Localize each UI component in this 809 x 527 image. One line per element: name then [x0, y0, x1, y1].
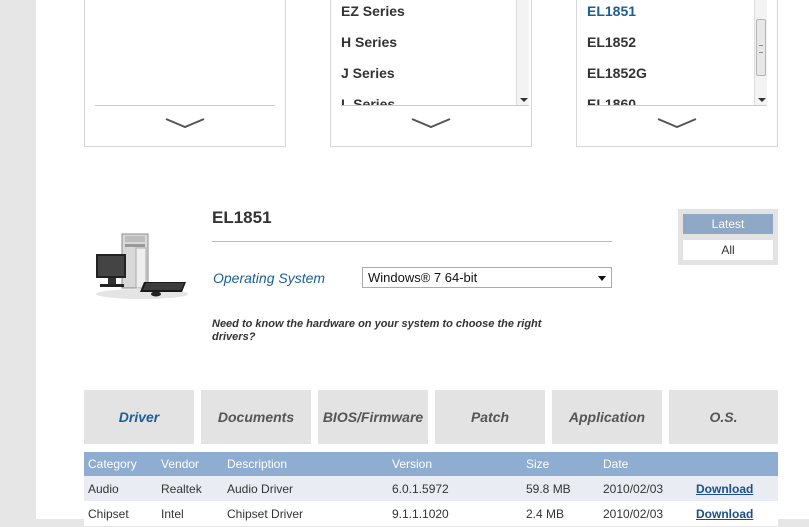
header-size: Size	[526, 457, 550, 471]
latest-button[interactable]: Latest	[683, 214, 773, 234]
tab-bios-firmware[interactable]: BIOS/Firmware	[318, 390, 428, 444]
list-item-selected[interactable]: EL1851	[587, 0, 753, 30]
table-row: Audio Realtek Audio Driver 6.0.1.5972 59…	[84, 476, 778, 501]
header-category: Category	[88, 457, 137, 471]
download-link[interactable]: Download	[696, 501, 753, 527]
model-items: EL1851 EL1852 EL1852G EL1860	[587, 0, 753, 105]
chevron-down-icon[interactable]	[164, 116, 206, 130]
series-items: EZ Series H Series J Series L Series	[341, 0, 515, 105]
tab-driver[interactable]: Driver	[84, 390, 194, 444]
driver-table: Category Vendor Description Version Size…	[84, 452, 778, 526]
scroll-down-icon[interactable]	[758, 98, 766, 102]
cell-version: 6.0.1.5972	[392, 482, 449, 496]
help-text: Need to know the hardware on your system…	[212, 318, 542, 343]
tab-documents[interactable]: Documents	[201, 390, 311, 444]
all-button[interactable]: All	[683, 240, 773, 260]
cell-date: 2010/02/03	[603, 507, 664, 521]
series-list[interactable]: EZ Series H Series J Series L Series	[341, 0, 529, 106]
header-vendor: Vendor	[161, 457, 200, 471]
os-label: Operating System	[213, 270, 326, 286]
cell-vendor: Intel	[161, 507, 184, 521]
cell-size: 2.4 MB	[526, 507, 565, 521]
cell-category: Chipset	[88, 507, 129, 521]
category-panel	[84, 0, 286, 147]
list-item[interactable]: EZ Series	[341, 0, 515, 30]
table-header: Category Vendor Description Version Size…	[84, 452, 778, 476]
series-scrollbar[interactable]	[516, 0, 529, 105]
header-description: Description	[227, 457, 288, 471]
table-row: Chipset Intel Chipset Driver 9.1.1.1020 …	[84, 501, 778, 526]
model-list[interactable]: EL1851 EL1852 EL1852G EL1860	[587, 0, 767, 106]
cell-description: Chipset Driver	[227, 507, 304, 521]
list-item[interactable]: L Series	[341, 92, 515, 105]
tab-os[interactable]: O.S.	[669, 390, 778, 444]
os-select[interactable]: Windows® 7 64-bit	[362, 267, 612, 288]
cell-vendor: Realtek	[161, 482, 202, 496]
category-list[interactable]	[95, 0, 275, 106]
scroll-down-icon[interactable]	[520, 98, 528, 102]
list-item[interactable]: EL1860	[587, 92, 753, 105]
list-item[interactable]: EL1852G	[587, 61, 753, 92]
cell-version: 9.1.1.1020	[392, 507, 449, 521]
product-title: EL1851	[212, 208, 272, 227]
download-tabs: Driver Documents BIOS/Firmware Patch App…	[84, 390, 778, 444]
tab-patch[interactable]: Patch	[435, 390, 545, 444]
chevron-down-icon[interactable]	[598, 276, 606, 281]
grip-icon	[759, 44, 763, 53]
cell-category: Audio	[88, 482, 119, 496]
list-item[interactable]: H Series	[341, 30, 515, 61]
list-item[interactable]: J Series	[341, 61, 515, 92]
cell-description: Audio Driver	[227, 482, 294, 496]
desktop-computer-image	[96, 233, 188, 299]
header-version: Version	[392, 457, 433, 471]
download-link[interactable]: Download	[696, 476, 753, 502]
version-filter: Latest All	[678, 209, 778, 265]
cell-size: 59.8 MB	[526, 482, 571, 496]
scroll-thumb[interactable]	[756, 19, 766, 76]
list-item[interactable]: EL1852	[587, 30, 753, 61]
chevron-down-icon[interactable]	[656, 116, 698, 130]
divider	[212, 241, 612, 242]
tab-application[interactable]: Application	[552, 390, 662, 444]
cell-date: 2010/02/03	[603, 482, 664, 496]
os-select-value: Windows® 7 64-bit	[368, 270, 478, 285]
model-scrollbar[interactable]	[754, 0, 767, 105]
model-panel: EL1851 EL1852 EL1852G EL1860	[576, 0, 778, 147]
header-date: Date	[603, 457, 629, 471]
chevron-down-icon[interactable]	[410, 116, 452, 130]
series-panel: EZ Series H Series J Series L Series	[330, 0, 532, 147]
